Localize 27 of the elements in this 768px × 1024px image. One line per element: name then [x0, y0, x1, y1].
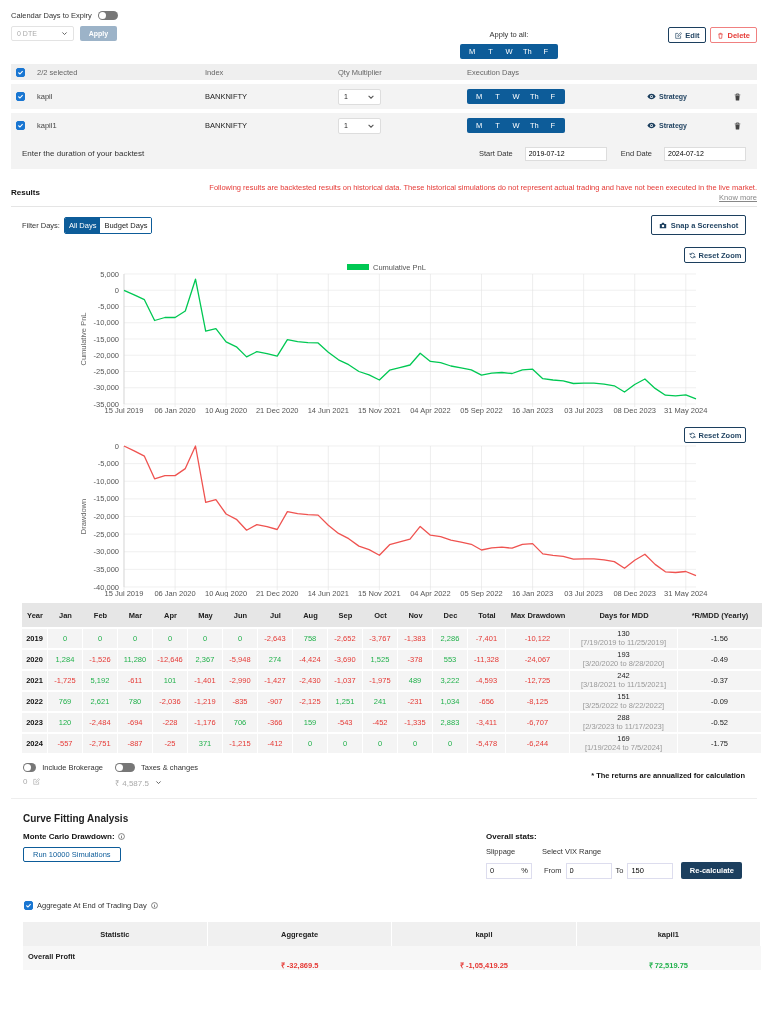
trash-icon[interactable]: [733, 92, 741, 101]
refresh-icon: [688, 431, 696, 439]
edit-icon: [675, 31, 683, 39]
checkbox[interactable]: [16, 92, 25, 101]
camera-icon: [658, 221, 667, 229]
eye-icon: [647, 122, 656, 129]
monte-carlo-title: Monte Carlo Drawdown:: [23, 832, 115, 841]
checkbox[interactable]: [16, 121, 25, 130]
toggle-switch[interactable]: [23, 763, 37, 772]
trash-icon[interactable]: [733, 121, 741, 130]
duration-label: Enter the duration of your backtest: [22, 149, 145, 158]
chevron-down-icon: [154, 779, 162, 786]
cost-value: 0: [23, 777, 28, 786]
overall-stats-title: Overall stats:: [486, 832, 538, 841]
checkbox[interactable]: [24, 901, 33, 910]
chevron-down-icon: [61, 30, 68, 37]
trash-icon: [717, 31, 725, 39]
info-icon[interactable]: [117, 833, 125, 840]
cost-value: ₹ 4,587.5: [115, 778, 149, 788]
info-icon[interactable]: [150, 902, 158, 909]
results-title: Results: [11, 188, 40, 197]
eye-icon: [647, 93, 656, 100]
refresh-icon: [688, 251, 696, 259]
section-title: Curve Fitting Analysis: [23, 813, 130, 824]
toggle-switch[interactable]: [115, 763, 135, 772]
toggle-switch[interactable]: [97, 11, 118, 20]
checkbox[interactable]: [16, 67, 25, 77]
